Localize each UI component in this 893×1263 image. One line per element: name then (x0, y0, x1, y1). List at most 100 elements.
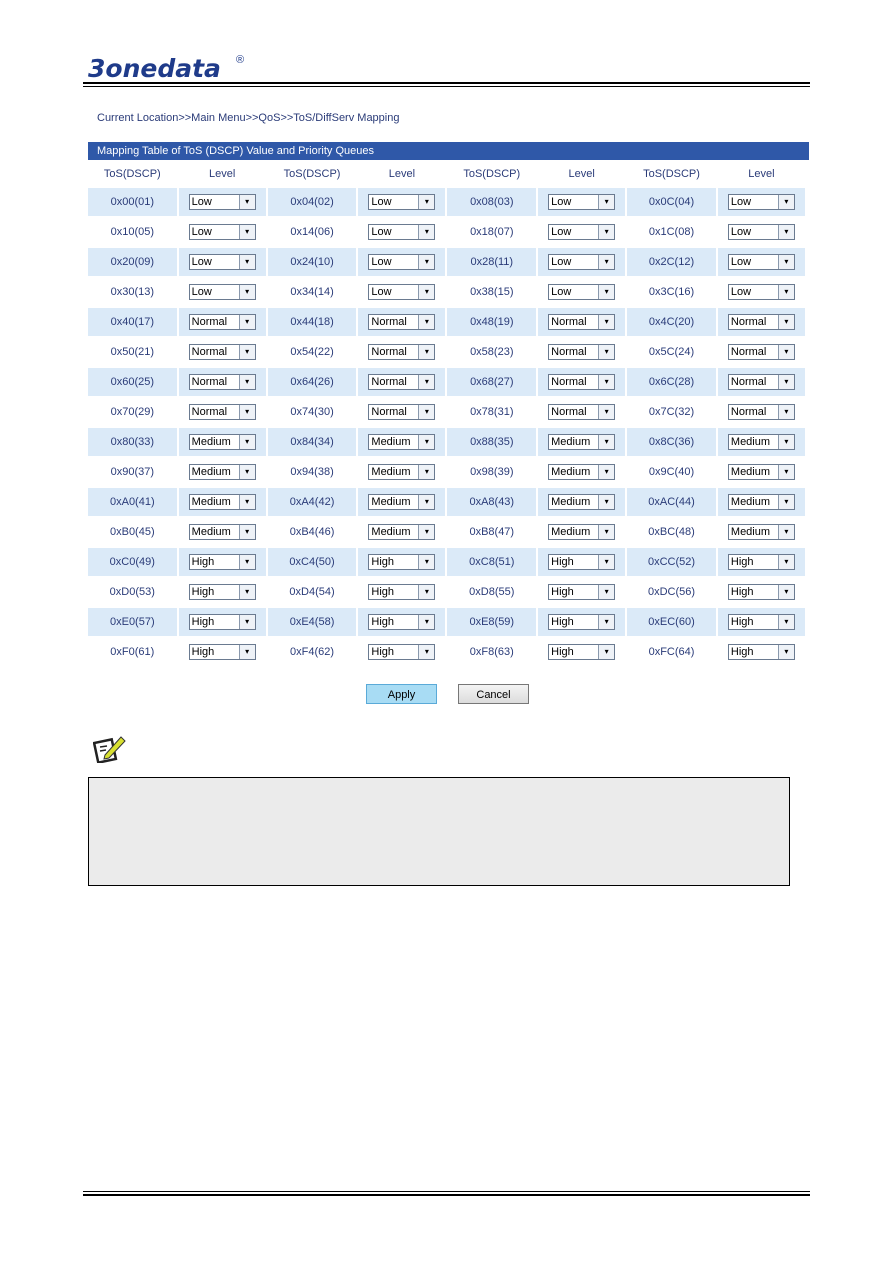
level-select[interactable]: High ▾ (368, 584, 436, 600)
chevron-down-icon[interactable]: ▾ (418, 495, 435, 509)
apply-button[interactable]: Apply (366, 684, 437, 704)
level-select[interactable]: High ▾ (727, 584, 795, 600)
level-select[interactable]: Normal ▾ (727, 374, 795, 390)
chevron-down-icon[interactable]: ▾ (598, 255, 615, 269)
chevron-down-icon[interactable]: ▾ (777, 225, 794, 239)
chevron-down-icon[interactable]: ▾ (598, 615, 615, 629)
level-select[interactable]: Normal ▾ (548, 344, 616, 360)
chevron-down-icon[interactable]: ▾ (238, 435, 255, 449)
level-select[interactable]: Normal ▾ (368, 404, 436, 420)
chevron-down-icon[interactable]: ▾ (598, 405, 615, 419)
level-select[interactable]: Low ▾ (188, 284, 256, 300)
chevron-down-icon[interactable]: ▾ (418, 225, 435, 239)
chevron-down-icon[interactable]: ▾ (777, 555, 794, 569)
level-select[interactable]: High ▾ (548, 584, 616, 600)
chevron-down-icon[interactable]: ▾ (777, 375, 794, 389)
chevron-down-icon[interactable]: ▾ (777, 465, 794, 479)
level-select[interactable]: High ▾ (368, 554, 436, 570)
chevron-down-icon[interactable]: ▾ (777, 645, 794, 659)
level-select[interactable]: Medium ▾ (188, 464, 256, 480)
chevron-down-icon[interactable]: ▾ (418, 435, 435, 449)
chevron-down-icon[interactable]: ▾ (777, 255, 794, 269)
level-select[interactable]: Normal ▾ (188, 404, 256, 420)
chevron-down-icon[interactable]: ▾ (238, 255, 255, 269)
chevron-down-icon[interactable]: ▾ (777, 435, 794, 449)
level-select[interactable]: Medium ▾ (188, 494, 256, 510)
level-select[interactable]: Normal ▾ (727, 344, 795, 360)
level-select[interactable]: Normal ▾ (727, 314, 795, 330)
level-select[interactable]: Low ▾ (368, 284, 436, 300)
chevron-down-icon[interactable]: ▾ (418, 615, 435, 629)
chevron-down-icon[interactable]: ▾ (777, 345, 794, 359)
level-select[interactable]: Normal ▾ (548, 404, 616, 420)
chevron-down-icon[interactable]: ▾ (598, 645, 615, 659)
level-select[interactable]: High ▾ (188, 554, 256, 570)
level-select[interactable]: Normal ▾ (188, 314, 256, 330)
level-select[interactable]: High ▾ (368, 614, 436, 630)
level-select[interactable]: Normal ▾ (727, 404, 795, 420)
chevron-down-icon[interactable]: ▾ (598, 465, 615, 479)
chevron-down-icon[interactable]: ▾ (418, 315, 435, 329)
chevron-down-icon[interactable]: ▾ (598, 435, 615, 449)
chevron-down-icon[interactable]: ▾ (238, 225, 255, 239)
level-select[interactable]: Medium ▾ (368, 494, 436, 510)
level-select[interactable]: Medium ▾ (368, 524, 436, 540)
level-select[interactable]: Low ▾ (368, 254, 436, 270)
chevron-down-icon[interactable]: ▾ (598, 585, 615, 599)
chevron-down-icon[interactable]: ▾ (777, 195, 794, 209)
level-select[interactable]: Normal ▾ (548, 314, 616, 330)
level-select[interactable]: High ▾ (727, 644, 795, 660)
level-select[interactable]: Medium ▾ (727, 464, 795, 480)
chevron-down-icon[interactable]: ▾ (418, 465, 435, 479)
level-select[interactable]: Low ▾ (188, 254, 256, 270)
level-select[interactable]: High ▾ (548, 644, 616, 660)
chevron-down-icon[interactable]: ▾ (598, 495, 615, 509)
level-select[interactable]: Medium ▾ (727, 494, 795, 510)
level-select[interactable]: Medium ▾ (368, 464, 436, 480)
chevron-down-icon[interactable]: ▾ (777, 285, 794, 299)
chevron-down-icon[interactable]: ▾ (418, 255, 435, 269)
level-select[interactable]: Low ▾ (548, 194, 616, 210)
chevron-down-icon[interactable]: ▾ (418, 585, 435, 599)
level-select[interactable]: Normal ▾ (368, 314, 436, 330)
chevron-down-icon[interactable]: ▾ (238, 495, 255, 509)
level-select[interactable]: Medium ▾ (188, 434, 256, 450)
chevron-down-icon[interactable]: ▾ (238, 345, 255, 359)
level-select[interactable]: High ▾ (727, 554, 795, 570)
level-select[interactable]: Normal ▾ (548, 374, 616, 390)
level-select[interactable]: High ▾ (548, 554, 616, 570)
level-select[interactable]: Low ▾ (727, 284, 795, 300)
level-select[interactable]: Low ▾ (727, 254, 795, 270)
level-select[interactable]: Low ▾ (368, 224, 436, 240)
level-select[interactable]: High ▾ (548, 614, 616, 630)
chevron-down-icon[interactable]: ▾ (777, 525, 794, 539)
level-select[interactable]: Medium ▾ (548, 524, 616, 540)
chevron-down-icon[interactable]: ▾ (418, 525, 435, 539)
chevron-down-icon[interactable]: ▾ (598, 525, 615, 539)
level-select[interactable]: Medium ▾ (368, 434, 436, 450)
chevron-down-icon[interactable]: ▾ (238, 405, 255, 419)
level-select[interactable]: Medium ▾ (727, 434, 795, 450)
level-select[interactable]: High ▾ (188, 584, 256, 600)
level-select[interactable]: Normal ▾ (368, 344, 436, 360)
chevron-down-icon[interactable]: ▾ (238, 285, 255, 299)
chevron-down-icon[interactable]: ▾ (777, 585, 794, 599)
level-select[interactable]: High ▾ (368, 644, 436, 660)
level-select[interactable]: Low ▾ (188, 194, 256, 210)
chevron-down-icon[interactable]: ▾ (418, 645, 435, 659)
level-select[interactable]: Medium ▾ (548, 434, 616, 450)
chevron-down-icon[interactable]: ▾ (598, 285, 615, 299)
level-select[interactable]: Medium ▾ (548, 464, 616, 480)
chevron-down-icon[interactable]: ▾ (238, 375, 255, 389)
chevron-down-icon[interactable]: ▾ (418, 285, 435, 299)
level-select[interactable]: High ▾ (727, 614, 795, 630)
chevron-down-icon[interactable]: ▾ (238, 195, 255, 209)
chevron-down-icon[interactable]: ▾ (238, 555, 255, 569)
chevron-down-icon[interactable]: ▾ (777, 615, 794, 629)
level-select[interactable]: Normal ▾ (188, 374, 256, 390)
chevron-down-icon[interactable]: ▾ (418, 375, 435, 389)
chevron-down-icon[interactable]: ▾ (418, 195, 435, 209)
level-select[interactable]: Normal ▾ (188, 344, 256, 360)
level-select[interactable]: Medium ▾ (548, 494, 616, 510)
level-select[interactable]: Low ▾ (548, 224, 616, 240)
